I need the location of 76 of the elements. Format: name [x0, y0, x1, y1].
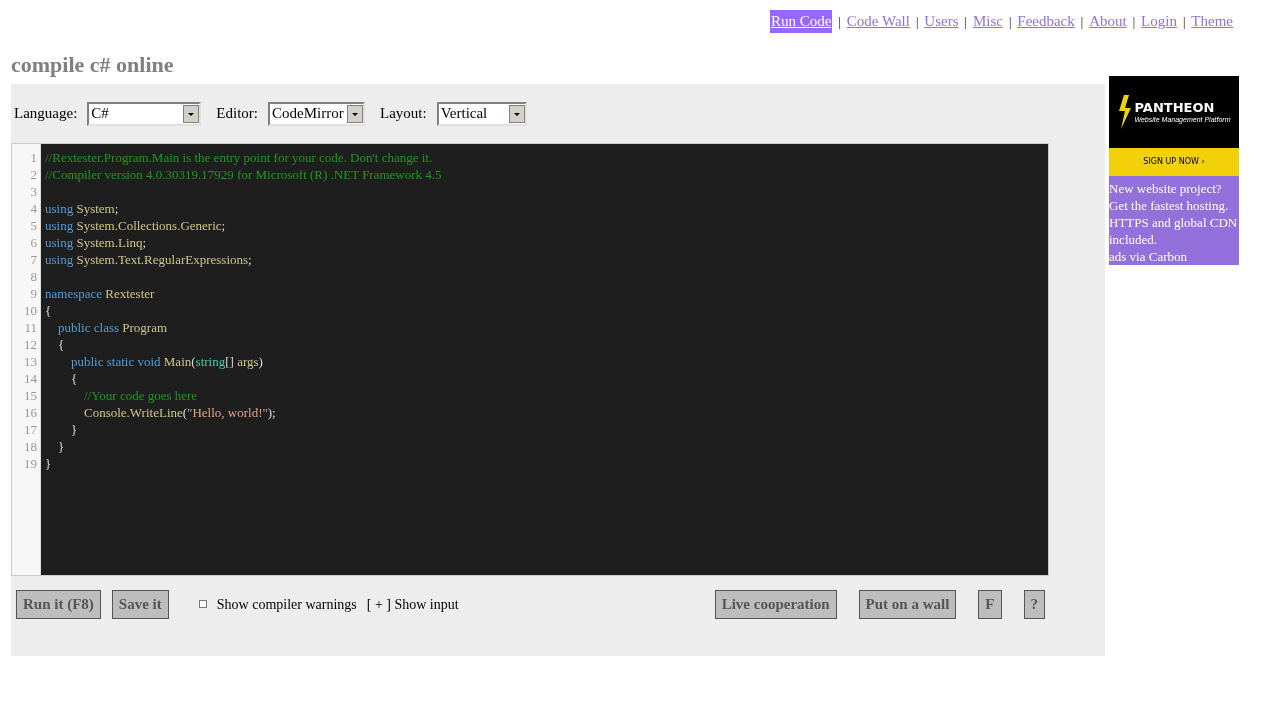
- caret-icon: [183, 104, 200, 123]
- line-number: 11: [23, 319, 37, 336]
- line-number: 9: [29, 285, 37, 302]
- line-number: 12: [23, 336, 37, 353]
- line-number: 19: [23, 455, 37, 472]
- nav-separator: |: [964, 13, 967, 31]
- action-button[interactable]: Live cooperation: [714, 589, 837, 619]
- action-button[interactable]: ?: [1023, 589, 1045, 619]
- lightning-icon: [1117, 95, 1132, 129]
- code-line: Console.WriteLine("Hello, world!");: [83, 405, 276, 420]
- nav-separator: |: [1080, 13, 1084, 31]
- option-label: Language:: [14, 104, 78, 124]
- code-line: using System.Linq;: [45, 235, 147, 250]
- nav-link[interactable]: Feedback: [1017, 10, 1075, 33]
- nav-link[interactable]: Run Code: [770, 10, 833, 33]
- code-line: using System;: [45, 201, 119, 216]
- dropdown[interactable]: C#: [87, 101, 202, 126]
- code-line: //Rextester.Program.Main is the entry point for your code. Don't change it.: [45, 150, 433, 165]
- nav-link[interactable]: Login: [1141, 10, 1177, 33]
- nav-link[interactable]: Misc: [972, 10, 1003, 33]
- code-line: //Your code goes here: [83, 388, 198, 403]
- line-number: 18: [23, 438, 37, 455]
- line-number: 2: [29, 166, 37, 183]
- code-line: //Compiler version 4.0.30319.17929 for Microsoft (R) .NET Framework 4.5: [45, 167, 442, 182]
- nav-separator: |: [1182, 13, 1186, 31]
- line-number: 6: [29, 234, 37, 251]
- option-label: Editor:: [216, 104, 258, 124]
- code-line: }: [57, 439, 65, 454]
- nav-link[interactable]: About: [1089, 10, 1127, 33]
- line-number: 4: [29, 200, 37, 217]
- code-line: using System.Text.RegularExpressions;: [45, 252, 252, 267]
- nav-separator: |: [1008, 13, 1012, 31]
- nav-link[interactable]: Code Wall: [846, 10, 910, 33]
- ad-text: New website project? Get the fastest hosting. HTTPS and global CDN included.: [1109, 180, 1239, 248]
- code-line: {: [57, 337, 65, 352]
- line-number: 5: [29, 217, 37, 234]
- caret-icon: [508, 104, 525, 123]
- code-line: }: [70, 422, 78, 437]
- code-line: public static void Main(string[] args): [70, 354, 263, 369]
- code-line: }: [45, 456, 52, 471]
- code-line: {: [45, 303, 52, 318]
- show-input-link[interactable]: [ + ] Show input: [366, 593, 459, 615]
- line-number: 1: [29, 149, 37, 166]
- action-button[interactable]: Run it (F8): [16, 589, 101, 619]
- checkbox[interactable]: [198, 600, 207, 608]
- action-button[interactable]: Save it: [111, 589, 169, 619]
- line-number: 15: [23, 387, 37, 404]
- line-number: 17: [23, 421, 37, 438]
- page-title: compile c# online: [11, 51, 175, 79]
- brand-name: PANTHEON: [1134, 100, 1216, 115]
- line-number: 3: [29, 183, 37, 200]
- ad-attribution-link[interactable]: ads via Carbon: [1109, 248, 1239, 265]
- action-button[interactable]: Put on a wall: [858, 589, 957, 619]
- dropdown[interactable]: CodeMirror: [268, 101, 365, 126]
- checkbox-label: Show compiler warnings: [216, 595, 357, 614]
- caret-icon: [347, 104, 363, 123]
- nav-separator: |: [915, 13, 919, 31]
- code-line: public class Program: [57, 320, 168, 335]
- line-number: 10: [23, 302, 37, 319]
- code-line: namespace Rextester: [45, 286, 155, 301]
- nav-separator: |: [1132, 13, 1136, 31]
- line-number: 16: [23, 404, 37, 421]
- code-editor[interactable]: [11, 143, 1049, 576]
- line-number: 13: [23, 353, 37, 370]
- line-number: 7: [29, 251, 37, 268]
- nav-link[interactable]: Users: [924, 10, 959, 33]
- line-number: 14: [23, 370, 37, 387]
- code-line: using System.Collections.Generic;: [45, 218, 226, 233]
- line-number: 8: [29, 268, 37, 285]
- dropdown[interactable]: Vertical: [436, 101, 527, 126]
- code-line: {: [70, 371, 78, 386]
- nav-link[interactable]: Theme: [1191, 10, 1233, 33]
- signup-button[interactable]: SIGN UP NOW ›: [1109, 148, 1239, 176]
- option-label: Layout:: [380, 104, 427, 124]
- nav-separator: |: [838, 13, 841, 31]
- action-button[interactable]: F: [978, 589, 1002, 619]
